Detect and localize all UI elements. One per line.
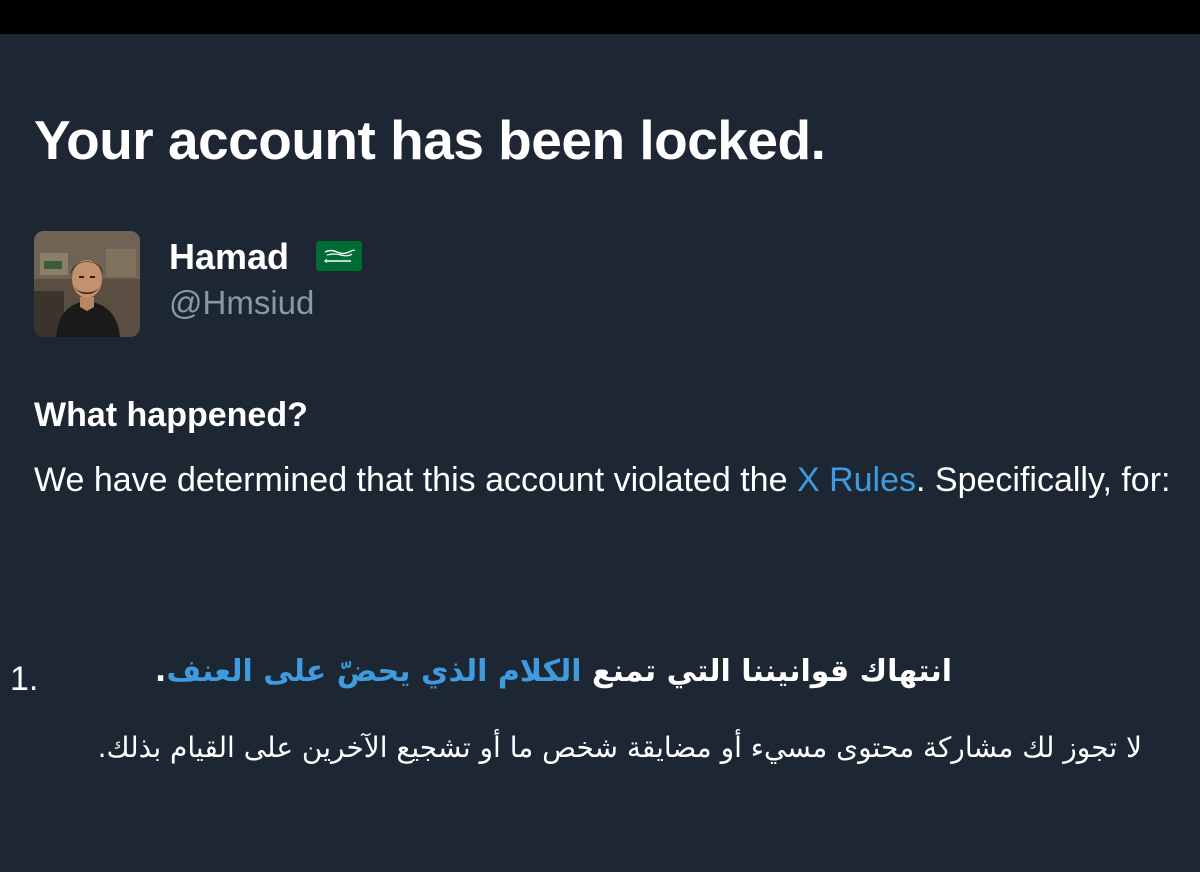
top-black-strip — [0, 0, 1200, 34]
saudi-arabia-flag-icon — [316, 241, 362, 271]
explanation-text: We have determined that this account vio… — [34, 455, 1174, 505]
user-handle: @Hmsiud — [169, 284, 315, 321]
violation-description: لا تجوز لك مشاركة محتوى مسيء أو مضايقة ش… — [97, 731, 1142, 764]
avatar — [34, 231, 140, 337]
section-title: What happened? — [34, 396, 308, 434]
violation-list-item: 1. انتهاك قوانيننا التي تمنع الكلام الذي… — [10, 650, 1150, 820]
violation-title-suffix: . — [154, 654, 167, 689]
list-item-number: 1. — [10, 660, 39, 698]
explanation-text-start: We have determined that this account vio… — [34, 461, 797, 499]
violation-title-prefix: انتهاك قوانيننا التي تمنع — [581, 654, 952, 689]
avatar-photo — [34, 231, 140, 337]
x-rules-link[interactable]: X Rules — [797, 461, 916, 499]
violent-speech-policy-link[interactable]: الكلام الذي يحضّ على العنف — [166, 654, 581, 689]
violation-title: انتهاك قوانيننا التي تمنع الكلام الذي يح… — [155, 654, 952, 689]
page-title: Your account has been locked. — [34, 109, 826, 171]
explanation-text-end: . Specifically, for: — [916, 461, 1171, 499]
display-name: Hamad — [169, 236, 290, 277]
